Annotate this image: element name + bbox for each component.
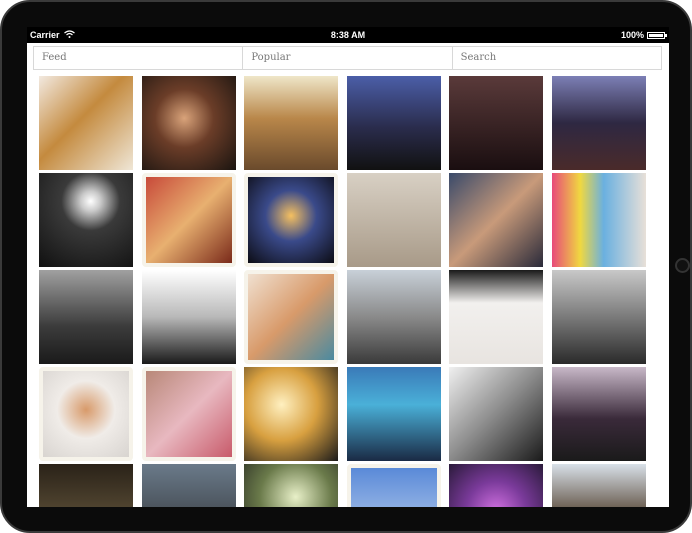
photo-thumbnail[interactable]: [141, 464, 236, 507]
photo-thumbnail[interactable]: [141, 76, 236, 170]
status-bar: Carrier 8:38 AM 100%: [27, 27, 669, 43]
battery-icon: [647, 31, 667, 39]
photo-thumbnail[interactable]: [449, 270, 543, 364]
photo-thumbnail[interactable]: [449, 76, 543, 170]
tab-feed[interactable]: Feed: [34, 47, 244, 69]
photo-thumbnail[interactable]: [551, 464, 646, 507]
photo-thumbnail[interactable]: [551, 367, 646, 461]
photo-thumbnail[interactable]: [346, 173, 441, 267]
tab-popular[interactable]: Popular: [243, 47, 453, 69]
photo-thumbnail[interactable]: [346, 270, 441, 364]
photo-thumbnail[interactable]: [141, 270, 236, 364]
photo-grid: [27, 76, 669, 507]
photo-thumbnail[interactable]: [244, 464, 338, 507]
photo-thumbnail[interactable]: [449, 464, 543, 507]
photo-thumbnail[interactable]: [39, 367, 133, 461]
photo-thumbnail[interactable]: [449, 367, 543, 461]
screen: Carrier 8:38 AM 100% Feed Popular Search: [27, 27, 669, 507]
photo-thumbnail[interactable]: [244, 270, 338, 364]
home-button[interactable]: [675, 258, 690, 273]
photo-thumbnail[interactable]: [39, 173, 133, 267]
photo-thumbnail[interactable]: [39, 270, 133, 364]
photo-thumbnail[interactable]: [244, 367, 338, 461]
ipad-frame: Carrier 8:38 AM 100% Feed Popular Search: [0, 0, 692, 533]
photo-thumbnail[interactable]: [39, 76, 133, 170]
clock: 8:38 AM: [330, 30, 366, 40]
photo-thumbnail[interactable]: [346, 367, 441, 461]
photo-thumbnail[interactable]: [141, 367, 236, 461]
tab-search[interactable]: Search: [453, 47, 661, 69]
battery-percent: 100%: [620, 30, 644, 40]
photo-thumbnail[interactable]: [141, 173, 236, 267]
photo-thumbnail[interactable]: [551, 270, 646, 364]
photo-thumbnail[interactable]: [551, 173, 646, 267]
photo-thumbnail[interactable]: [244, 76, 338, 170]
photo-thumbnail[interactable]: [346, 464, 441, 507]
photo-thumbnail[interactable]: [39, 464, 133, 507]
tab-bar: Feed Popular Search: [33, 46, 662, 70]
photo-thumbnail[interactable]: [244, 173, 338, 267]
photo-thumbnail[interactable]: [346, 76, 441, 170]
photo-thumbnail[interactable]: [551, 76, 646, 170]
photo-thumbnail[interactable]: [449, 173, 543, 267]
